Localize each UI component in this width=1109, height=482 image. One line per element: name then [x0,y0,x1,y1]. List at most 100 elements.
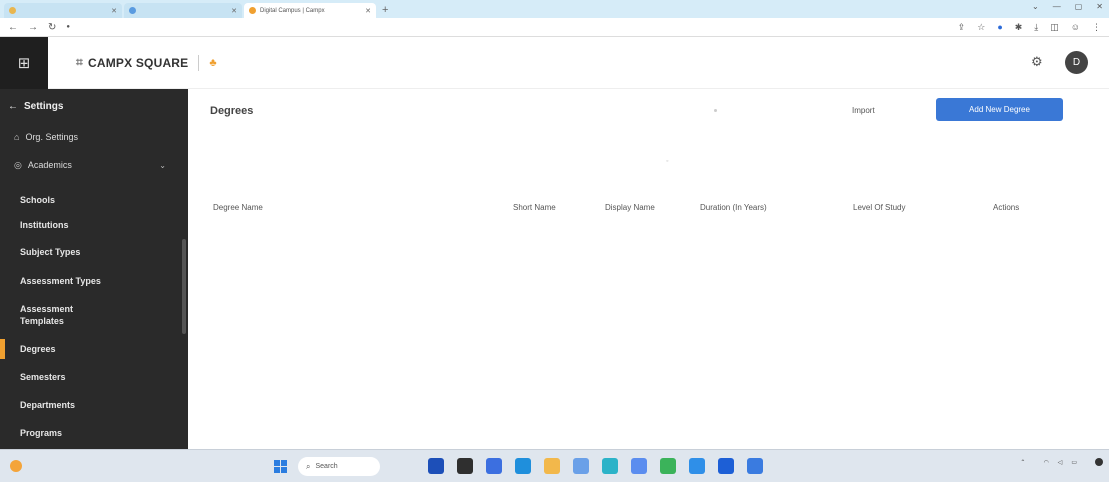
back-arrow-icon: ← [8,100,18,112]
taskbar-app-icon[interactable] [457,458,473,474]
sidebar-item-org-settings[interactable]: ⌂ Org. Settings [0,123,188,151]
column-header-duration[interactable]: Duration (In Years) [699,195,852,219]
sidebar-item-degrees[interactable]: Degrees [0,335,188,363]
sidebar-item-semesters[interactable]: Semesters [0,363,188,391]
degrees-table: Degree Name Short Name Display Name Dura… [212,195,1092,219]
add-new-degree-button[interactable]: Add New Degree [936,98,1063,121]
sidebar-item-label: Schools [20,194,56,205]
browser-toolbar-icons: ⇪ ☆ ● ✱ ⤓ ◫ ☺ ⋮ [958,22,1101,33]
column-header-short-name[interactable]: Short Name [512,195,604,219]
sidebar-item-departments[interactable]: Departments [0,391,188,419]
notification-icon[interactable] [1095,458,1103,466]
sidebar-item-label: Semesters [20,372,66,382]
sidebar-item-subject-types[interactable]: Subject Types [0,237,188,267]
chevron-down-icon[interactable]: ⌄ [1032,2,1039,11]
taskbar-app-icon[interactable] [544,458,560,474]
sidebar-item-assessment-types[interactable]: Assessment Types [0,267,188,295]
main-content: Degrees Import Add New Degree ◦ Degree N… [188,89,1109,449]
browser-tab-3[interactable]: Digital Campus | Campx ✕ [244,3,376,18]
chevron-down-icon: ⌄ [159,160,166,170]
sidebar-scrollbar[interactable] [182,239,186,334]
tab-favicon-icon [9,7,16,14]
app-grid-button[interactable]: ⊞ [0,36,48,89]
taskbar-app-icon[interactable] [718,458,734,474]
column-header-actions: Actions [993,202,1020,212]
sidebar-title: Settings [24,100,64,112]
maximize-icon[interactable]: ▢ [1075,2,1083,11]
academics-icon: ◎ [14,159,22,170]
menu-icon[interactable]: ⋮ [1092,22,1101,33]
sidebar-item-institutions[interactable]: Institutions [0,212,188,237]
tab-close-icon[interactable]: ✕ [111,7,117,15]
close-icon[interactable]: ✕ [1096,2,1103,11]
sidebar-item-label: Assessment Types [20,276,101,286]
taskbar-app-icon[interactable] [631,458,647,474]
speaker-icon[interactable]: ◁ [1058,459,1063,466]
sidebar-item-label: Programs [20,428,63,438]
battery-icon[interactable]: ▭ [1071,459,1077,466]
address-bar: ← → ↻ ● ⇪ ☆ ● ✱ ⤓ ◫ ☺ ⋮ [0,18,1109,37]
chevron-up-icon[interactable]: ⌃ [1020,459,1025,466]
tab-favicon-icon [129,7,136,14]
taskbar-app-icon[interactable] [428,458,444,474]
taskbar-app-icon[interactable] [515,458,531,474]
avatar[interactable]: D [1065,51,1088,74]
sidebar-item-academics[interactable]: ◎ Academics ⌄ [0,151,188,179]
taskbar-app-icon[interactable] [602,458,618,474]
sidebar-item-programs[interactable]: Programs [0,419,188,447]
sidebar-item-label: Org. Settings [25,132,78,142]
sidebar-item-assessment-templates[interactable]: Assessment Templates [0,295,110,335]
taskbar-app-icon[interactable] [573,458,589,474]
cursor-dot [714,109,717,112]
share-icon[interactable]: ⇪ [958,22,966,33]
search-label: Search [315,463,338,470]
weather-icon [10,460,22,472]
taskbar-app-icon[interactable] [486,458,502,474]
profile-extension-icon[interactable]: ● [997,22,1002,32]
app-header: ⊞ ⌗ CAMPX SQUARE ♣ ⚙ D [0,36,1109,89]
taskbar: ⌕ Search ⌃ ◠ ◁ ▭ [0,449,1109,482]
minimize-icon[interactable]: — [1053,2,1061,11]
browser-tab-1[interactable]: ✕ [4,3,122,18]
table-header-row: Degree Name Short Name Display Name Dura… [212,195,1092,219]
tab-close-icon[interactable]: ✕ [365,7,371,15]
tab-favicon-icon [249,7,256,14]
weather-widget[interactable] [10,460,160,472]
windows-start-icon[interactable] [274,460,287,473]
taskbar-app-icon[interactable] [689,458,705,474]
sidepanel-icon[interactable]: ◫ [1050,22,1059,33]
back-arrow-icon[interactable]: ← [8,22,18,33]
sidebar-item-label: Degrees [20,344,56,354]
sidebar-item-schools[interactable]: Schools [0,187,188,212]
loading-icon: ◦ [666,158,669,165]
campx-logo-icon: ⌗ [76,55,83,69]
settings-back-link[interactable]: ← Settings [0,89,188,123]
browser-tab-3-title: Digital Campus | Campx [260,7,325,14]
taskbar-app-icon[interactable] [660,458,676,474]
tab-close-icon[interactable]: ✕ [231,7,237,15]
page-title: Degrees [210,105,254,117]
download-icon[interactable]: ⤓ [1034,22,1038,33]
grid-icon: ⊞ [17,54,31,72]
search-icon: ⌕ [306,461,311,471]
browser-tab-2[interactable]: ✕ [124,3,242,18]
lock-icon[interactable]: ● [66,24,70,30]
taskbar-search[interactable]: ⌕ Search [298,457,380,476]
column-header-level-of-study[interactable]: Level Of Study [852,195,992,219]
column-header-degree-name[interactable]: Degree Name [212,195,512,219]
taskbar-app-icon[interactable] [747,458,763,474]
column-header-display-name[interactable]: Display Name [604,195,699,219]
gear-icon[interactable]: ⚙ [1031,54,1043,70]
brand[interactable]: ⌗ CAMPX SQUARE ♣ [76,54,217,71]
system-tray: ⌃ ◠ ◁ ▭ [1020,458,1103,466]
reload-icon[interactable]: ↻ [48,22,56,33]
extensions-icon[interactable]: ✱ [1015,22,1023,33]
forward-arrow-icon[interactable]: → [28,22,38,33]
wifi-icon[interactable]: ◠ [1043,459,1048,466]
brand-name: CAMPX SQUARE [87,55,189,70]
new-tab-icon[interactable]: + [382,3,388,18]
star-icon[interactable]: ☆ [977,22,985,33]
institution-logo-icon: ♣ [209,56,217,69]
import-button[interactable]: Import [852,106,875,115]
profile-icon[interactable]: ☺ [1071,22,1080,32]
